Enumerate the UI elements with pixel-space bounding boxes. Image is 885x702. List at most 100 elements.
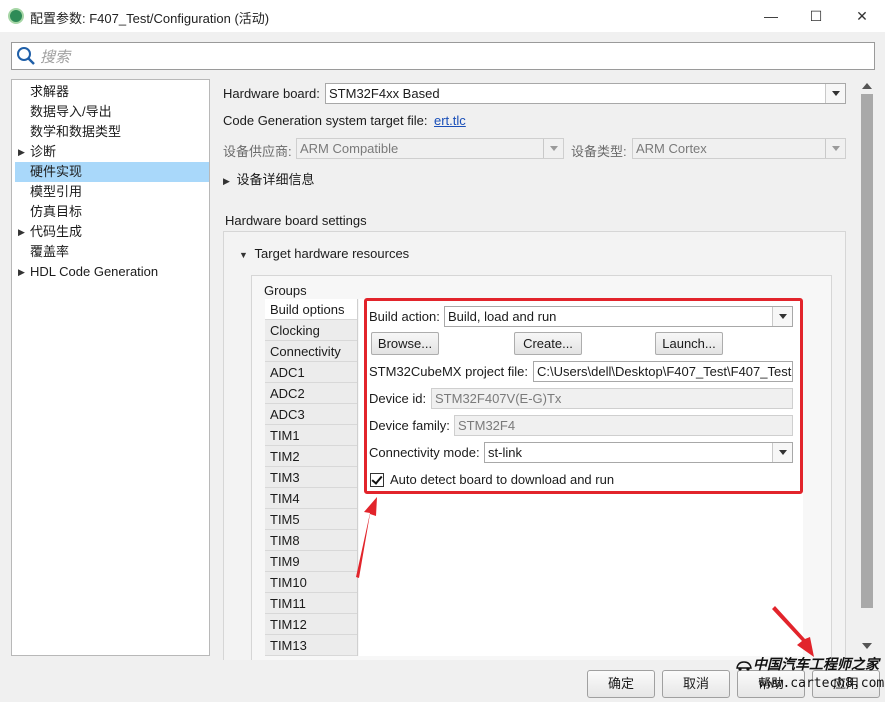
group-item-tim1[interactable]: TIM1 <box>265 425 357 446</box>
device-type-label: 设备类型: <box>571 144 627 159</box>
cubemx-file-label: STM32CubeMX project file: <box>369 364 528 379</box>
device-vendor-value: ARM Compatible <box>300 141 399 156</box>
group-item-adc3[interactable]: ADC3 <box>265 404 357 425</box>
app-icon <box>8 8 24 24</box>
watermark: 中国汽车工程师之家 www.cartech8.com <box>735 652 884 700</box>
group-item-tim13[interactable]: TIM13 <box>265 635 357 656</box>
close-button[interactable]: ✕ <box>839 0 885 32</box>
target-resources-label: Target hardware resources <box>254 246 410 261</box>
chevron-down-icon <box>543 139 563 158</box>
tree-item-diagnostics[interactable]: ▶ 诊断 <box>15 142 209 162</box>
annotation-arrow-icon <box>356 497 377 578</box>
tree-item-code-generation[interactable]: ▶ 代码生成 <box>15 222 209 242</box>
expand-arrow-icon[interactable]: ▶ <box>18 142 25 162</box>
chevron-down-icon <box>825 139 845 158</box>
auto-detect-checkbox[interactable] <box>370 473 384 487</box>
group-item-tim8[interactable]: TIM8 <box>265 530 357 551</box>
tree-item-label: 求解器 <box>30 84 70 99</box>
device-id-label: Device id: <box>369 391 427 406</box>
device-type-value: ARM Cortex <box>636 141 707 156</box>
build-action-value: Build, load and run <box>448 309 557 324</box>
tree-item-label: 数学和数据类型 <box>30 124 122 139</box>
group-item-tim4[interactable]: TIM4 <box>265 488 357 509</box>
group-item-tim9[interactable]: TIM9 <box>265 551 357 572</box>
group-item-connectivity[interactable]: Connectivity <box>265 341 357 362</box>
group-item-tim5[interactable]: TIM5 <box>265 509 357 530</box>
create-button[interactable]: Create... <box>514 332 582 355</box>
tree-item-simulation-target[interactable]: 仿真目标 <box>15 202 209 222</box>
hardware-board-select[interactable]: STM32F4xx Based <box>325 83 846 104</box>
group-item-tim12[interactable]: TIM12 <box>265 614 357 635</box>
search-icon <box>17 47 35 65</box>
connectivity-mode-label: Connectivity mode: <box>369 445 480 460</box>
device-family-field: STM32F4 <box>454 415 793 436</box>
hardware-board-value: STM32F4xx Based <box>329 86 440 101</box>
scroll-down-icon[interactable] <box>862 643 872 649</box>
chevron-down-icon[interactable] <box>825 84 845 103</box>
codegen-target-label: Code Generation system target file: <box>223 113 428 128</box>
groups-list: Build options Clocking Connectivity ADC1 ADC… <box>265 299 358 656</box>
device-type-select: ARM Cortex <box>632 138 846 159</box>
target-resources-toggle[interactable]: ▼ Target hardware resources <box>239 246 409 261</box>
tree-item-data-import-export[interactable]: 数据导入/导出 <box>15 102 209 122</box>
search-input[interactable] <box>40 47 860 67</box>
watermark-url: www.cartech8.com <box>759 676 885 691</box>
scrollbar-thumb[interactable] <box>861 94 873 608</box>
cancel-button[interactable]: 取消 <box>662 670 730 698</box>
group-item-tim10[interactable]: TIM10 <box>265 572 357 593</box>
collapse-arrow-icon: ▼ <box>239 250 248 260</box>
vertical-scrollbar[interactable] <box>858 79 875 656</box>
tree-item-coverage[interactable]: 覆盖率 <box>15 242 209 262</box>
tree-item-hardware-implementation[interactable]: 硬件实现 <box>15 162 209 182</box>
cubemx-file-value: C:\Users\dell\Desktop\F407_Test\F407_Tes… <box>537 364 792 379</box>
group-item-tim11[interactable]: TIM11 <box>265 593 357 614</box>
scroll-up-icon[interactable] <box>862 83 872 89</box>
chevron-down-icon[interactable] <box>772 307 792 326</box>
hardware-board-label: Hardware board: <box>223 86 320 101</box>
watermark-title: 中国汽车工程师之家 <box>753 657 879 673</box>
tree-item-model-referencing[interactable]: 模型引用 <box>15 182 209 202</box>
device-details-toggle[interactable]: ▶ 设备详细信息 <box>223 169 315 188</box>
browse-button[interactable]: Browse... <box>371 332 439 355</box>
ok-button[interactable]: 确定 <box>587 670 655 698</box>
expand-arrow-icon[interactable]: ▶ <box>18 262 25 282</box>
group-item-clocking[interactable]: Clocking <box>265 320 357 341</box>
build-action-select[interactable]: Build, load and run <box>444 306 793 327</box>
groups-label: Groups <box>264 283 307 298</box>
device-vendor-label: 设备供应商: <box>223 144 292 159</box>
group-item-build-options[interactable]: Build options <box>265 299 357 320</box>
group-item-tim3[interactable]: TIM3 <box>265 467 357 488</box>
device-id-value: STM32F407V(E-G)Tx <box>435 391 562 406</box>
chevron-down-icon[interactable] <box>772 443 792 462</box>
tree-item-label: 仿真目标 <box>30 204 83 219</box>
tree-item-label: 代码生成 <box>30 224 83 239</box>
device-family-label: Device family: <box>369 418 450 433</box>
tree-item-hdl-code-generation[interactable]: ▶ HDL Code Generation <box>15 262 209 282</box>
device-id-field: STM32F407V(E-G)Tx <box>431 388 793 409</box>
group-item-adc2[interactable]: ADC2 <box>265 383 357 404</box>
launch-button[interactable]: Launch... <box>655 332 723 355</box>
maximize-button[interactable]: ☐ <box>793 0 839 32</box>
auto-detect-label: Auto detect board to download and run <box>390 472 615 487</box>
build-action-label: Build action: <box>369 309 440 324</box>
car-logo-icon <box>736 661 752 671</box>
tree-item-label: 覆盖率 <box>30 244 70 259</box>
tree-item-label: 硬件实现 <box>30 164 83 179</box>
device-details-label: 设备详细信息 <box>236 172 315 187</box>
expand-arrow-icon[interactable]: ▶ <box>18 222 25 242</box>
connectivity-mode-select[interactable]: st-link <box>484 442 793 463</box>
tree-item-solver[interactable]: 求解器 <box>15 82 209 102</box>
ert-tlc-link[interactable]: ert.tlc <box>434 113 466 128</box>
connectivity-mode-value: st-link <box>488 445 522 460</box>
cubemx-file-field[interactable]: C:\Users\dell\Desktop\F407_Test\F407_Tes… <box>533 361 793 382</box>
group-item-tim2[interactable]: TIM2 <box>265 446 357 467</box>
expand-arrow-icon: ▶ <box>223 176 230 186</box>
tree-item-math-data-types[interactable]: 数学和数据类型 <box>15 122 209 142</box>
tree-item-label: 诊断 <box>30 144 57 159</box>
tree-item-label: 模型引用 <box>30 184 83 199</box>
minimize-button[interactable]: — <box>748 0 794 32</box>
search-box[interactable] <box>11 42 875 70</box>
group-item-adc1[interactable]: ADC1 <box>265 362 357 383</box>
board-settings-heading: Hardware board settings <box>225 213 367 228</box>
tree-item-label: HDL Code Generation <box>30 264 159 279</box>
